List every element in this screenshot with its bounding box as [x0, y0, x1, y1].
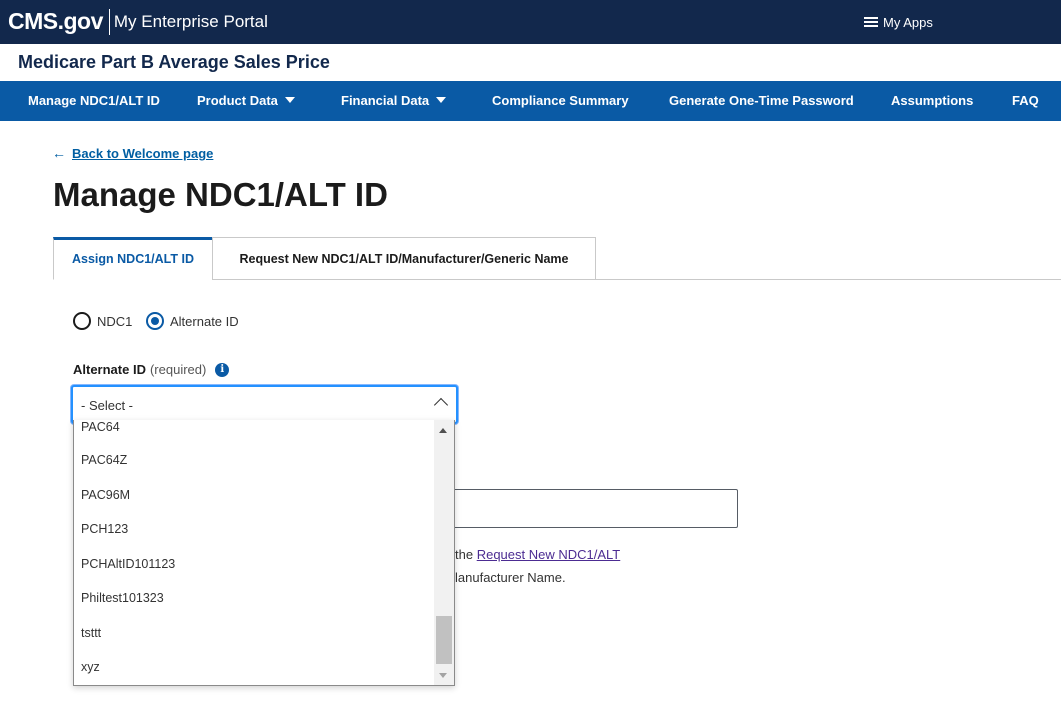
- text-input[interactable]: [440, 489, 738, 528]
- dropdown-list[interactable]: PAC64 PAC64Z PAC96M PCH123 PCHAltID10112…: [73, 420, 455, 686]
- arrow-left-icon: ←: [52, 145, 66, 161]
- hint-line-1: the Request New NDC1/ALT: [455, 547, 620, 562]
- nav-manage-ndc1[interactable]: Manage NDC1/ALT ID: [28, 93, 160, 108]
- scroll-up-arrow-icon[interactable]: [439, 428, 447, 433]
- back-link-label: Back to Welcome page: [72, 146, 214, 161]
- radio-alternate-id[interactable]: Alternate ID: [146, 312, 239, 330]
- app-title: Medicare Part B Average Sales Price: [18, 52, 330, 72]
- portal-name: My Enterprise Portal: [113, 11, 268, 31]
- nav-assumptions[interactable]: Assumptions: [891, 93, 973, 108]
- radio-circle[interactable]: [73, 312, 91, 330]
- dropdown-option[interactable]: Philtest101323: [81, 591, 164, 605]
- cms-logo: CMS.gov: [8, 8, 103, 34]
- dropdown-option[interactable]: xyz: [81, 660, 100, 674]
- dropdown-option[interactable]: PCH123: [81, 522, 128, 536]
- nav-compliance-summary[interactable]: Compliance Summary: [492, 93, 629, 108]
- radio-ndc1-label: NDC1: [97, 313, 133, 329]
- hint-line-2: lanufacturer Name.: [455, 570, 566, 585]
- page-title: Manage NDC1/ALT ID: [53, 176, 388, 213]
- request-new-link[interactable]: Request New NDC1/ALT: [477, 547, 621, 562]
- caret-down-icon: [436, 97, 447, 103]
- back-link[interactable]: ← Back to Welcome page: [52, 145, 213, 161]
- alternate-id-select[interactable]: - Select -: [71, 385, 458, 424]
- select-value: - Select -: [81, 398, 134, 413]
- required-text: (required): [149, 362, 207, 377]
- dropdown-option[interactable]: PAC96M: [81, 488, 130, 502]
- radio-alternate-id-label: Alternate ID: [170, 313, 239, 329]
- alternate-id-label: Alternate ID (required) i: [73, 362, 230, 377]
- nav-product-data-label: Product Data: [197, 93, 278, 108]
- brand[interactable]: CMS.gov My Enterprise Portal: [8, 8, 268, 35]
- nav-financial-data[interactable]: Financial Data: [341, 93, 447, 108]
- app-header: Medicare Part B Average Sales Price: [0, 44, 1061, 81]
- caret-down-icon: [284, 97, 295, 103]
- field-label-text: Alternate ID: [73, 362, 146, 377]
- list-icon: [864, 17, 878, 28]
- info-icon[interactable]: i: [215, 362, 230, 377]
- my-apps-label: My Apps: [883, 15, 933, 30]
- nav-faq[interactable]: FAQ: [1012, 93, 1039, 108]
- hint-prefix: the: [455, 547, 474, 562]
- tab-request-new[interactable]: Request New NDC1/ALT ID/Manufacturer/Gen…: [212, 237, 596, 280]
- dropdown-scrollbar[interactable]: [434, 420, 454, 685]
- dropdown-option[interactable]: PAC64: [81, 420, 120, 434]
- brand-divider: [108, 8, 110, 35]
- nav-financial-data-label: Financial Data: [341, 93, 430, 108]
- nav-generate-otp[interactable]: Generate One-Time Password: [669, 93, 854, 108]
- radio-ndc1[interactable]: NDC1: [73, 312, 132, 330]
- scrollbar-thumb[interactable]: [436, 616, 452, 664]
- chevron-up-icon: [433, 397, 449, 413]
- radio-circle-checked[interactable]: [146, 312, 164, 330]
- main-nav: Manage NDC1/ALT ID Product Data Financia…: [0, 81, 1061, 121]
- top-bar: CMS.gov My Enterprise Portal My Apps: [0, 0, 1061, 44]
- dropdown-option[interactable]: PCHAltID101123: [81, 557, 175, 571]
- dropdown-option[interactable]: tsttt: [81, 626, 101, 640]
- dropdown-option[interactable]: PAC64Z: [81, 453, 127, 467]
- nav-product-data[interactable]: Product Data: [197, 93, 295, 108]
- my-apps-button[interactable]: My Apps: [864, 15, 933, 30]
- tab-assign-ndc1[interactable]: Assign NDC1/ALT ID: [53, 237, 213, 280]
- scroll-down-arrow-icon[interactable]: [439, 673, 447, 678]
